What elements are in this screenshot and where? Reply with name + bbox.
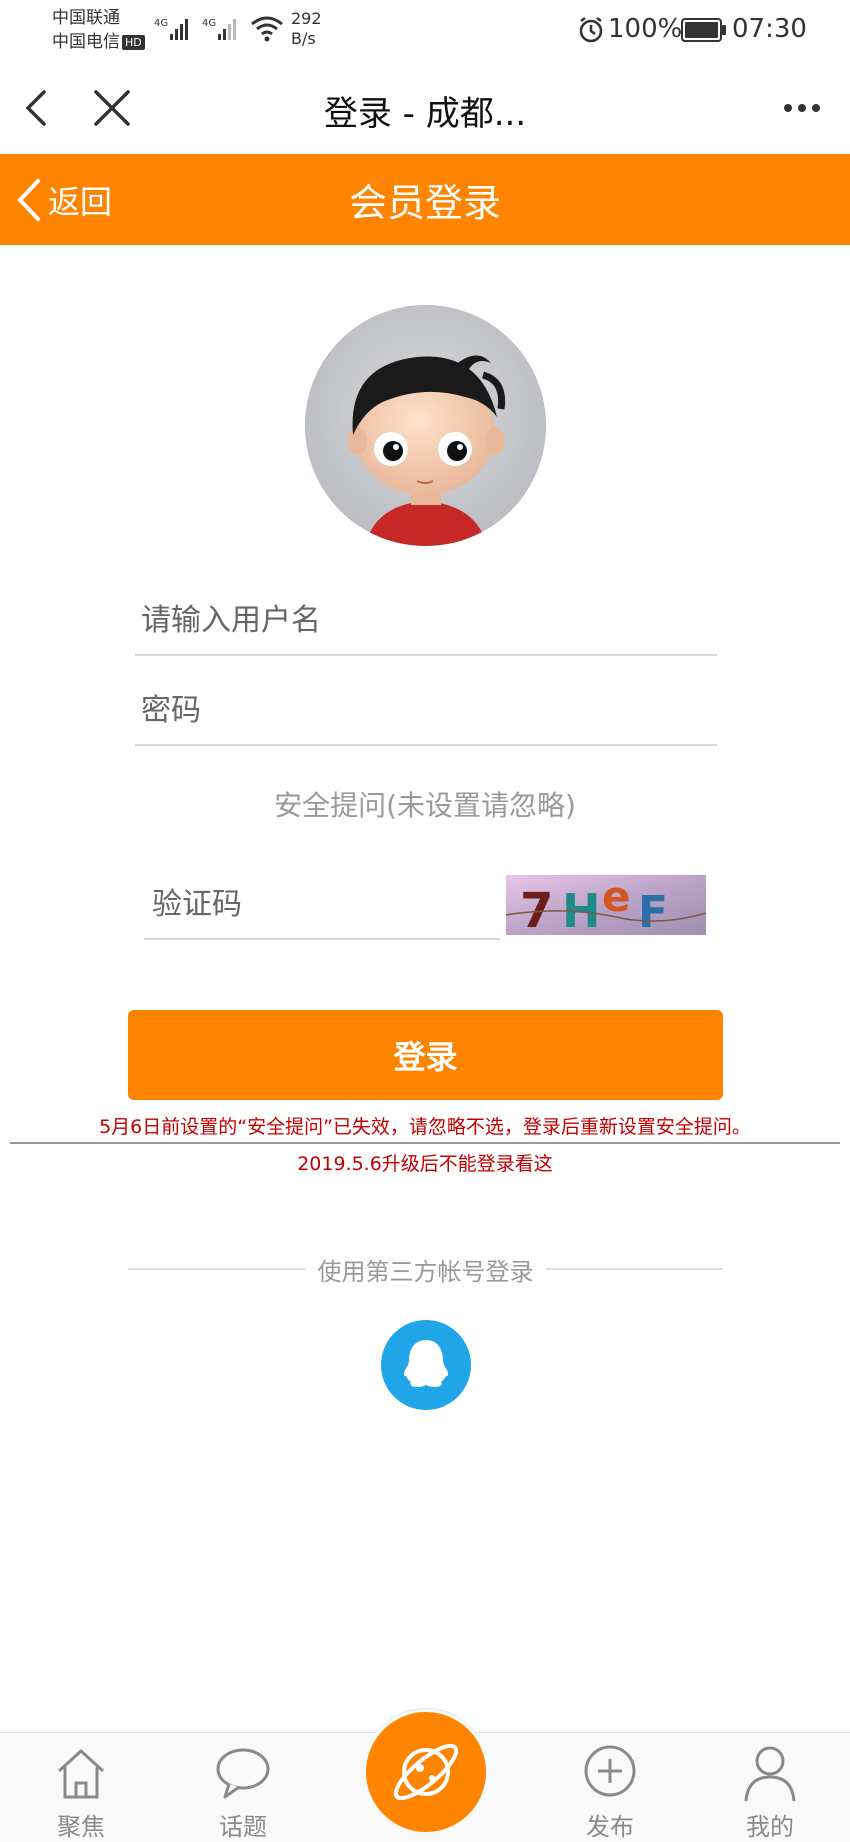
- tab-center-discover[interactable]: [366, 1712, 486, 1832]
- captcha-field[interactable]: [144, 870, 500, 940]
- net-speed-value: 292: [291, 9, 322, 28]
- page-title: 会员登录: [348, 181, 501, 225]
- back-icon[interactable]: [14, 84, 62, 132]
- carrier-1: 中国联通: [52, 8, 120, 28]
- captcha-char-3: e: [602, 875, 631, 921]
- alarm-icon: [579, 17, 603, 43]
- password-field[interactable]: [135, 676, 717, 746]
- tab-focus[interactable]: 聚焦: [21, 1733, 141, 1842]
- wifi-icon: [251, 16, 283, 42]
- net-speed-unit: B/s: [291, 29, 316, 48]
- clock: 07:30: [732, 14, 807, 44]
- third-party-label: 使用第三方帐号登录: [317, 1257, 534, 1286]
- captcha-char-1: 7: [520, 883, 553, 935]
- user-icon: [744, 1746, 796, 1802]
- upgrade-help-link[interactable]: 2019.5.6升级后不能登录看这: [0, 1149, 850, 1176]
- notice-divider: [10, 1142, 840, 1144]
- qq-penguin-icon: [403, 1340, 449, 1387]
- signal-4g-weak-icon: 4G: [202, 18, 236, 40]
- planet-icon: [393, 1743, 459, 1801]
- tab-topic[interactable]: 话题: [183, 1733, 303, 1842]
- password-input[interactable]: [141, 676, 717, 744]
- carrier-2-label: 中国电信: [52, 32, 120, 52]
- tab-label: 话题: [219, 1813, 267, 1841]
- captcha-char-4: F: [638, 887, 668, 935]
- captcha-char-2: H: [562, 884, 601, 935]
- home-icon: [57, 1749, 105, 1799]
- status-bar: 中国联通 中国电信 HD 4G 4G 292 B/s 100% 07:30: [0, 0, 850, 62]
- network-2-label: 4G: [202, 18, 216, 29]
- tab-me[interactable]: 我的: [710, 1733, 830, 1842]
- webview-title: 登录 - 成都...: [323, 94, 527, 134]
- divider-line-left: [128, 1268, 306, 1270]
- signal-4g-icon: 4G: [154, 18, 188, 40]
- battery-icon: [681, 18, 726, 42]
- login-button[interactable]: 登录: [128, 1010, 723, 1100]
- plus-circle-icon: [584, 1745, 636, 1797]
- qq-login-button[interactable]: [381, 1320, 471, 1410]
- security-question-select[interactable]: 安全提问(未设置请忽略): [0, 784, 850, 824]
- carrier-2: 中国电信 HD: [52, 32, 145, 52]
- avatar: [305, 305, 546, 546]
- security-notice: 5月6日前设置的“安全提问”已失效，请忽略不选，登录后重新设置安全提问。: [99, 1116, 751, 1138]
- more-icon[interactable]: [776, 84, 828, 132]
- tab-label: 聚焦: [57, 1813, 105, 1841]
- close-icon[interactable]: [88, 84, 136, 132]
- chat-bubble-icon: [216, 1748, 270, 1799]
- hd-badge: HD: [122, 35, 145, 50]
- net-speed: 292 B/s: [291, 9, 322, 49]
- webview-bar: 登录 - 成都...: [0, 62, 850, 154]
- cartoon-boy-avatar-icon: [305, 305, 546, 546]
- network-1-label: 4G: [154, 18, 168, 29]
- battery-percent: 100%: [608, 14, 683, 44]
- captcha-image[interactable]: 7 H e F: [506, 875, 706, 935]
- username-input[interactable]: [141, 586, 717, 654]
- tab-label: 我的: [746, 1813, 794, 1841]
- page-header: 返回 会员登录: [0, 154, 850, 245]
- tab-post[interactable]: 发布: [550, 1733, 670, 1842]
- captcha-input[interactable]: [152, 870, 500, 938]
- third-party-divider: 使用第三方帐号登录: [128, 1252, 723, 1286]
- username-field[interactable]: [135, 586, 717, 656]
- tab-label: 发布: [586, 1813, 634, 1841]
- divider-line-right: [545, 1268, 723, 1270]
